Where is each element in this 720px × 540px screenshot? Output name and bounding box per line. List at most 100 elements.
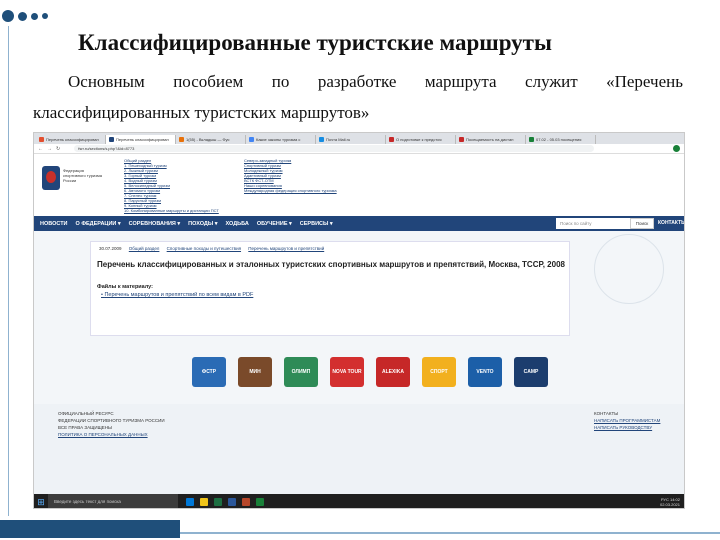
breadcrumb-date: 30.07.2009 (99, 246, 122, 251)
federation-logo[interactable] (42, 166, 60, 190)
nav-item[interactable]: СОРЕВНОВАНИЯ ▾ (129, 221, 181, 227)
browser-tab[interactable]: Почта Mail.ru (316, 135, 386, 144)
browser-tab-label: Посещаемость на дистан (466, 137, 514, 142)
partner-logo[interactable]: ФСТР (192, 357, 226, 387)
browser-tab-label: Перечень классифицирован (46, 137, 99, 142)
decor-dot (42, 13, 48, 19)
footer-text: ФЕДЕРАЦИИ СПОРТИВНОГО ТУРИЗМА РОССИИ (58, 418, 165, 423)
favicon-icon (249, 137, 254, 142)
site-footer: ОФИЦИАЛЬНЫЙ РЕСУРС ФЕДЕРАЦИИ СПОРТИВНОГО… (34, 404, 684, 504)
decor-bottom-line (180, 532, 720, 534)
favicon-icon (389, 137, 394, 142)
browser-tab-strip: Перечень классифицирован Перечень классиф… (34, 133, 684, 144)
favicon-icon (39, 137, 44, 142)
browser-tab[interactable]: Какие законы туризма с (246, 135, 316, 144)
nav-item[interactable]: ОБУЧЕНИЕ ▾ (257, 221, 292, 227)
browser-tab[interactable]: Перечень классифицирован (36, 135, 106, 144)
nav-contacts[interactable]: КОНТАКТЫ (658, 216, 684, 231)
favicon-icon (459, 137, 464, 142)
files-label: Файлы к материалу: (97, 284, 153, 290)
footer-right: КОНТАКТЫ НАПИСАТЬ ПРОГРАММИСТАМ НАПИСАТЬ… (594, 410, 660, 431)
profile-avatar[interactable] (673, 145, 680, 152)
breadcrumb-link[interactable]: Спортивные походы и путешествия (167, 246, 241, 251)
decor-dots (2, 10, 48, 22)
footer-text: ОФИЦИАЛЬНЫЙ РЕСУРС (58, 411, 114, 416)
write-programmers-link[interactable]: НАПИСАТЬ ПРОГРАММИСТАМ (594, 418, 660, 423)
browser-tab-label: Почта Mail.ru (326, 137, 351, 142)
reload-icon[interactable]: ↻ (56, 146, 60, 152)
browser-tab-label: О подготовке к предстоя (396, 137, 442, 142)
tray-clock[interactable]: РУС 14:02 02.03.2021 (660, 497, 680, 507)
browser-tab-label: 1(55) - Вкладыш — Фус (186, 137, 230, 142)
nav-item[interactable]: ХОДЬБА (226, 221, 249, 227)
favicon-icon (179, 137, 184, 142)
browser-tab[interactable]: 1(55) - Вкладыш — Фус (176, 135, 246, 144)
browser-tab-label: Какие законы туризма с (256, 137, 301, 142)
nav-item[interactable]: НОВОСТИ (40, 221, 68, 227)
partner-logo[interactable]: ALEXIKA (376, 357, 410, 387)
slide: Классифицированные туристские маршруты О… (0, 0, 720, 540)
site-header: Федерация спортивного туризма России Общ… (34, 154, 684, 216)
partner-logo[interactable]: МИН (238, 357, 272, 387)
sections-menu-1: Общий раздел 1. Пешеходный туризм 2. Лыжны… (124, 158, 219, 213)
edge-icon[interactable] (186, 498, 194, 506)
browser-tab[interactable]: Перечень классифицирован (106, 135, 176, 144)
footer-text: ВСЕ ПРАВА ЗАЩИЩЕНЫ (58, 425, 113, 430)
paragraph-line-1: Основным пособием по разработке маршрута… (68, 72, 683, 91)
partner-logo[interactable]: VENTO (468, 357, 502, 387)
partner-logo[interactable]: CAMP (514, 357, 548, 387)
decor-dot (18, 11, 27, 21)
site-search-button[interactable]: Поиск (630, 218, 654, 229)
pdf-file-link-text[interactable]: Перечень маршрутов и препятствий по всем… (104, 292, 253, 298)
main-nav: НОВОСТИ О ФЕДЕРАЦИИ ▾ СОРЕВНОВАНИЯ ▾ ПОХОДЫ… (34, 216, 684, 231)
chrome-icon[interactable] (256, 498, 264, 506)
privacy-policy-link[interactable]: ПОЛИТИКА О ПЕРСОНАЛЬНЫХ ДАННЫХ (58, 432, 148, 437)
explorer-icon[interactable] (200, 498, 208, 506)
powerpoint-icon[interactable] (242, 498, 250, 506)
browser-tab-label: 07.02 - 05.03 посещения (536, 137, 582, 142)
back-icon[interactable]: ← (38, 146, 43, 152)
write-management-link[interactable]: НАПИСАТЬ РУКОВОДСТВУ (594, 425, 652, 430)
taskbar-apps (186, 498, 264, 506)
url-field[interactable]: fsrr.ru/sections/s.php?&id=8773 (74, 145, 595, 152)
forward-icon[interactable]: → (47, 146, 52, 152)
browser-tab-label: Перечень классифицирован (116, 137, 169, 142)
taskbar-search[interactable]: Введите здесь текст для поиска (48, 494, 178, 508)
partner-logo[interactable]: NOVA TOUR (330, 357, 364, 387)
nav-item[interactable]: СЕРВИСЫ ▾ (300, 221, 333, 227)
document-card: 30.07.2009 Общий раздел Спортивные поход… (90, 241, 570, 336)
breadcrumb-link[interactable]: Общий раздел (129, 246, 160, 251)
background-sketch (594, 234, 664, 304)
decor-dot (31, 12, 38, 20)
decor-vertical-line (8, 26, 9, 516)
browser-tab[interactable]: 07.02 - 05.03 посещения (526, 135, 596, 144)
address-bar: ← → ↻ fsrr.ru/sections/s.php?&id=8773 (34, 144, 684, 154)
slide-paragraph: Основным пособием по разработке маршрута… (33, 66, 683, 128)
section-menu-item[interactable]: Международная федерация спортивного тури… (244, 188, 337, 193)
favicon-icon (109, 137, 114, 142)
clock-date: 02.03.2021 (659, 502, 680, 507)
document-title: Перечень классифицированных и эталонных … (97, 260, 565, 269)
word-icon[interactable] (228, 498, 236, 506)
pdf-file-link[interactable]: • Перечень маршрутов и препятствий по вс… (101, 292, 253, 298)
windows-start-icon[interactable]: ⊞ (34, 494, 48, 508)
partner-logo[interactable]: ОЛИМП (284, 357, 318, 387)
nav-item[interactable]: О ФЕДЕРАЦИИ ▾ (76, 221, 121, 227)
decor-bottom-bar (0, 520, 180, 538)
browser-tab[interactable]: Посещаемость на дистан (456, 135, 526, 144)
favicon-icon (529, 137, 534, 142)
browser-screenshot: Перечень классифицирован Перечень классиф… (33, 132, 685, 509)
excel-icon[interactable] (214, 498, 222, 506)
nav-items: НОВОСТИ О ФЕДЕРАЦИИ ▾ СОРЕВНОВАНИЯ ▾ ПОХОДЫ… (40, 221, 333, 227)
breadcrumb: 30.07.2009 Общий раздел Спортивные поход… (99, 246, 330, 251)
partner-logo[interactable]: СПОРТ (422, 357, 456, 387)
nav-item[interactable]: ПОХОДЫ ▾ (188, 221, 217, 227)
decor-dot (2, 10, 14, 22)
breadcrumb-link[interactable]: Перечень маршрутов и препятствий (248, 246, 324, 251)
slide-title: Классифицированные туристские маршруты (78, 30, 552, 55)
website: Федерация спортивного туризма России Общ… (34, 154, 684, 504)
footer-left: ОФИЦИАЛЬНЫЙ РЕСУРС ФЕДЕРАЦИИ СПОРТИВНОГО… (58, 410, 165, 438)
section-menu-item[interactable]: 10. Комбинированные маршруты и дистанции… (124, 208, 219, 213)
browser-tab[interactable]: О подготовке к предстоя (386, 135, 456, 144)
sections-menu-2: Северо-западный туризм Спортивный туризм М… (244, 158, 337, 193)
